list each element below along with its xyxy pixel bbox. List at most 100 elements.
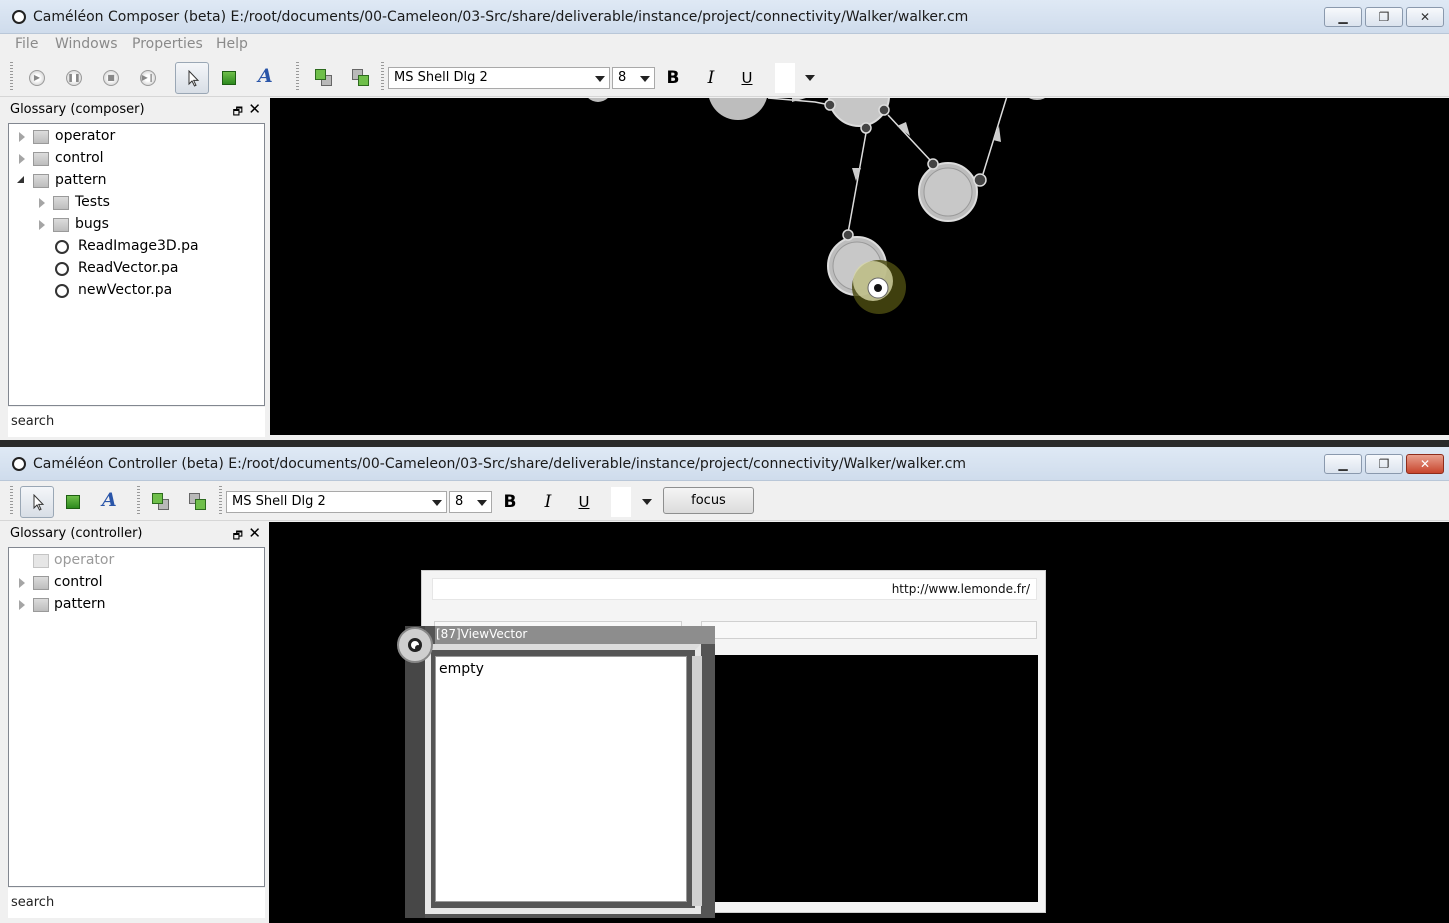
port-icon[interactable] — [842, 229, 854, 241]
menu-properties[interactable]: Properties — [132, 36, 203, 52]
widget-handle[interactable] — [405, 626, 425, 918]
expand-arrow-icon[interactable] — [19, 154, 25, 164]
scrollbar[interactable] — [692, 656, 702, 906]
text-tool-button[interactable]: A — [249, 62, 283, 94]
circle-icon — [12, 10, 26, 24]
operator-node[interactable] — [1020, 98, 1054, 100]
step-button[interactable]: ▶❙ — [131, 62, 165, 94]
toolbar-grip[interactable] — [10, 62, 13, 92]
menu-help[interactable]: Help — [216, 36, 248, 52]
port-icon[interactable] — [824, 99, 836, 111]
shape-tool-button[interactable] — [56, 486, 90, 518]
tree-item-newvector[interactable]: newVector.pa — [9, 280, 264, 302]
chevron-down-icon[interactable] — [805, 75, 815, 81]
send-back-button[interactable] — [180, 486, 214, 518]
collapse-arrow-icon[interactable] — [17, 176, 24, 183]
bring-front-button[interactable] — [306, 62, 340, 94]
composer-canvas[interactable] — [270, 98, 1449, 435]
controller-titlebar[interactable]: Caméléon Controller (beta) E:/root/docum… — [0, 447, 1449, 481]
select-tool-button[interactable] — [20, 486, 54, 518]
tree-item-bugs[interactable]: bugs — [9, 214, 264, 236]
close-button[interactable]: ✕ — [1406, 454, 1444, 474]
tree-item-readimage3d[interactable]: ReadImage3D.pa — [9, 236, 264, 258]
glossary-search-input[interactable]: search — [8, 407, 265, 437]
widget-titlebar[interactable]: [87]ViewVector — [435, 626, 715, 644]
chevron-down-icon[interactable] — [642, 499, 652, 505]
close-icon[interactable]: ✕ — [248, 524, 261, 542]
underline-button[interactable]: U — [736, 66, 758, 90]
tree-item-readvector[interactable]: ReadVector.pa — [9, 258, 264, 280]
menu-windows[interactable]: Windows — [55, 36, 118, 52]
shape-tool-button[interactable] — [212, 62, 246, 94]
italic-button[interactable]: I — [537, 490, 559, 514]
select-tool-button[interactable] — [175, 62, 209, 94]
minimize-button[interactable]: ▁ — [1324, 454, 1362, 474]
tree-item-control[interactable]: control — [9, 148, 264, 170]
port-icon[interactable] — [860, 122, 872, 134]
pause-button[interactable]: ❚❚ — [57, 62, 91, 94]
maximize-button[interactable]: ❐ — [1365, 7, 1403, 27]
menu-file[interactable]: File — [15, 36, 38, 52]
tree-item-tests[interactable]: Tests — [9, 192, 264, 214]
play-button[interactable]: ▶ — [20, 62, 54, 94]
stop-button[interactable]: ■ — [94, 62, 128, 94]
operator-node[interactable] — [584, 98, 612, 102]
arrow-icon — [852, 168, 861, 181]
expand-arrow-icon[interactable] — [19, 600, 25, 610]
toolbar-grip[interactable] — [10, 486, 13, 516]
toolbar-grip[interactable] — [219, 486, 222, 516]
focus-button[interactable]: focus — [663, 487, 754, 514]
toolbar-grip[interactable] — [137, 486, 140, 516]
float-icon[interactable]: 🗗 — [233, 527, 243, 546]
operator-node[interactable] — [708, 98, 768, 120]
connector-port[interactable] — [397, 627, 433, 663]
close-button[interactable]: ✕ — [1406, 7, 1444, 27]
toolbar-grip[interactable] — [381, 62, 384, 92]
expand-arrow-icon[interactable] — [19, 578, 25, 588]
composer-titlebar[interactable]: Caméléon Composer (beta) E:/root/documen… — [0, 0, 1449, 34]
image-view[interactable] — [708, 655, 1038, 902]
controller-toolbar: A MS Shell Dlg 2 8 B I U focus — [0, 481, 1449, 521]
folder-icon — [33, 554, 49, 568]
minimize-button[interactable]: ▁ — [1324, 7, 1362, 27]
italic-button[interactable]: I — [700, 66, 722, 90]
close-icon[interactable]: ✕ — [248, 100, 261, 118]
viewvector-widget[interactable]: [87]ViewVector empty — [405, 626, 715, 918]
tree-item-pattern[interactable]: pattern — [9, 170, 264, 192]
url-display[interactable]: http://www.lemonde.fr/ — [432, 578, 1037, 600]
color-swatch[interactable] — [611, 487, 631, 517]
maximize-button[interactable]: ❐ — [1365, 454, 1403, 474]
underline-button[interactable]: U — [573, 490, 595, 514]
rectangle-icon — [66, 495, 80, 509]
tree-item-control[interactable]: control — [9, 572, 264, 594]
font-size-select[interactable]: 8 — [612, 67, 655, 89]
bold-button[interactable]: B — [499, 490, 521, 514]
text-tool-button[interactable]: A — [93, 486, 127, 518]
close-icon: ✕ — [1419, 457, 1431, 471]
controller-window: Caméléon Controller (beta) E:/root/docum… — [0, 447, 1449, 923]
font-size-select[interactable]: 8 — [449, 491, 492, 513]
tree-item-operator[interactable]: operator — [9, 126, 264, 148]
color-swatch[interactable] — [775, 63, 795, 93]
bold-button[interactable]: B — [662, 66, 684, 90]
expand-arrow-icon[interactable] — [39, 220, 45, 230]
viewvector-text-area[interactable]: empty — [435, 656, 687, 902]
expand-arrow-icon[interactable] — [19, 132, 25, 142]
bring-front-button[interactable] — [143, 486, 177, 518]
tree-item-operator[interactable]: operator — [9, 550, 264, 572]
port-icon[interactable] — [973, 173, 987, 187]
connection-edge — [847, 132, 867, 234]
font-family-select[interactable]: MS Shell Dlg 2 — [388, 67, 610, 89]
tree-item-pattern[interactable]: pattern — [9, 594, 264, 616]
dock-title: Glossary (controller) — [10, 526, 143, 541]
toolbar-grip[interactable] — [296, 62, 299, 92]
port-icon[interactable] — [878, 104, 890, 116]
port-icon[interactable] — [927, 158, 939, 170]
operator-graph[interactable] — [270, 98, 1449, 435]
glossary-search-input[interactable]: search — [8, 888, 265, 918]
expand-arrow-icon[interactable] — [39, 198, 45, 208]
font-family-select[interactable]: MS Shell Dlg 2 — [226, 491, 447, 513]
controller-canvas[interactable]: http://www.lemonde.fr/ [87]ViewVector em… — [269, 522, 1449, 923]
float-icon[interactable]: 🗗 — [233, 103, 243, 122]
send-back-button[interactable] — [343, 62, 377, 94]
